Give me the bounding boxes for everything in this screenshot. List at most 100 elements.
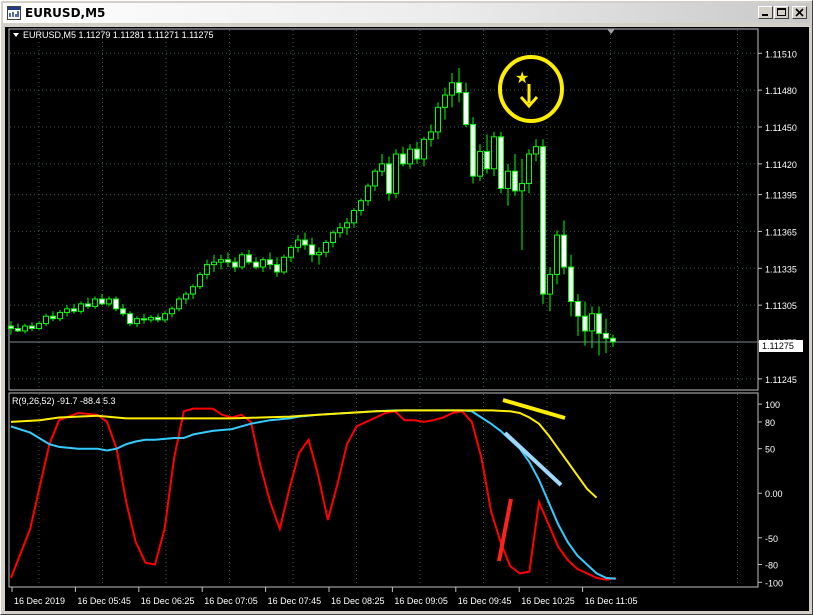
- indicator-axis: 100 80 50 0.00 -50 -80 -100: [758, 400, 783, 588]
- candle-bull: [526, 153, 532, 185]
- candle-bear: [610, 337, 616, 343]
- candle-bull: [43, 315, 49, 325]
- chart-header: EURUSD,M5 1.11279 1.11281 1.11271 1.1127…: [23, 30, 213, 40]
- minimize-icon: [762, 14, 768, 16]
- candle-bull: [358, 200, 364, 212]
- time-tick-label: 16 Dec 07:45: [268, 596, 322, 606]
- candle-bull: [316, 251, 322, 256]
- window-title: EURUSD,M5: [25, 6, 106, 20]
- time-tick-label: 16 Dec 08:25: [331, 596, 385, 606]
- candle-bull: [162, 313, 168, 321]
- candle-bear: [8, 325, 14, 329]
- candle-bull: [554, 234, 560, 275]
- indicator-tick-label: 100: [765, 400, 780, 410]
- maximize-button[interactable]: [774, 6, 789, 19]
- candle-bull: [190, 286, 196, 295]
- window-titlebar[interactable]: EURUSD,M5: [3, 3, 810, 23]
- candle-bull: [365, 185, 371, 202]
- candle-bear: [575, 300, 581, 317]
- candle-bear: [113, 298, 119, 310]
- maximize-icon: [777, 8, 786, 16]
- indicator-pane-frame: [8, 392, 759, 588]
- time-axis: 16 Dec 2019 16 Dec 05:45 16 Dec 06:25 16 De…: [11, 587, 637, 606]
- minimize-button[interactable]: [758, 6, 773, 19]
- candle-bull: [57, 312, 63, 320]
- close-icon: [795, 8, 804, 17]
- candle-bear: [29, 325, 35, 329]
- chart-canvas[interactable]: 1.11510 1.11480 1.11450 1.11420 1.11395 1.113…: [5, 27, 809, 611]
- indicator-lines: [10, 407, 616, 581]
- indicator-series-2: [10, 409, 598, 499]
- candle-bear: [561, 234, 567, 268]
- candle-bear: [267, 259, 273, 266]
- candle-bull: [211, 261, 217, 266]
- candle-bear: [456, 82, 462, 94]
- price-tick-label: 1.11245: [765, 375, 797, 385]
- indicator-tick-label: -100: [765, 578, 783, 588]
- candle-bull: [176, 298, 182, 310]
- grid: [10, 30, 757, 586]
- current-price-label: 1.11275: [762, 341, 794, 351]
- indicator-tick-label: 50: [765, 445, 775, 455]
- candle-bull: [295, 239, 301, 248]
- candle-bull: [491, 136, 497, 170]
- candle-bear: [50, 315, 56, 320]
- candle-bear: [141, 318, 147, 321]
- candle-bear: [498, 136, 504, 189]
- price-tick-label: 1.11335: [765, 264, 797, 274]
- candle-bull: [428, 131, 434, 140]
- candle-bull: [477, 151, 483, 177]
- candle-bear: [253, 261, 259, 268]
- candle-bull: [407, 148, 413, 165]
- candle-bear: [120, 308, 126, 315]
- candle-bear: [400, 153, 406, 165]
- indicator-tick-label: -80: [765, 561, 778, 571]
- candle-bear: [232, 261, 238, 268]
- candle-bear: [582, 315, 588, 332]
- candle-bull: [169, 308, 175, 315]
- price-tick-label: 1.11510: [765, 49, 797, 59]
- candle-bull: [134, 318, 140, 325]
- indicator-tick-label: 0.00: [765, 489, 783, 499]
- candle-bull: [288, 246, 294, 258]
- candle-bull: [449, 82, 455, 96]
- candles: [8, 68, 616, 356]
- candle-bear: [463, 92, 469, 126]
- chart-menu-triangle-icon[interactable]: [13, 33, 19, 37]
- time-tick-label: 16 Dec 07:05: [204, 596, 258, 606]
- price-tick-label: 1.11450: [765, 123, 797, 133]
- candle-bear: [302, 239, 308, 246]
- chart-window-icon: [7, 6, 21, 20]
- star-icon: ★: [515, 68, 529, 87]
- price-pane-frame: [8, 28, 759, 391]
- chart-area[interactable]: 1.11510 1.11480 1.11450 1.11420 1.11395 1.113…: [5, 27, 809, 611]
- indicator-tick-label: -50: [765, 534, 778, 544]
- candle-bear: [155, 316, 161, 321]
- candle-bull: [344, 222, 350, 229]
- candle-bull: [22, 325, 28, 332]
- trend-line-yellow[interactable]: [502, 398, 566, 420]
- candle-bull: [148, 316, 154, 321]
- candle-bear: [71, 308, 77, 312]
- candle-bull: [106, 298, 112, 305]
- candle-bull: [379, 163, 385, 172]
- candle-bear: [603, 332, 609, 339]
- close-button[interactable]: [792, 6, 807, 19]
- candle-bull: [351, 210, 357, 224]
- indicator-tick-label: 80: [765, 418, 775, 428]
- candle-bull: [589, 313, 595, 332]
- time-tick-label: 16 Dec 09:05: [394, 596, 448, 606]
- price-tick-label: 1.11480: [765, 86, 797, 96]
- chart-shift-marker-icon[interactable]: [607, 29, 615, 34]
- candle-bear: [274, 264, 280, 273]
- candle-bull: [505, 170, 511, 189]
- candle-bear: [512, 170, 518, 192]
- candle-bear: [225, 259, 231, 263]
- candle-bull: [435, 106, 441, 133]
- candle-bull: [519, 183, 525, 192]
- highlight-circle[interactable]: [498, 55, 564, 123]
- price-tick-label: 1.11395: [765, 191, 797, 201]
- candle-bear: [386, 163, 392, 194]
- candle-bull: [92, 298, 98, 307]
- candle-bull: [183, 293, 189, 300]
